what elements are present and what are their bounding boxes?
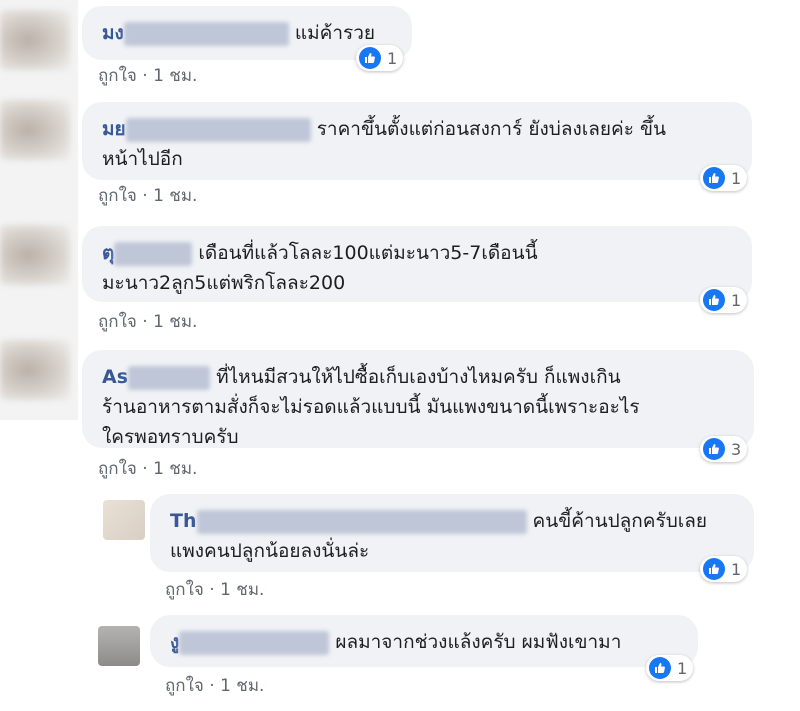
reaction-count[interactable]: 1: [700, 165, 748, 191]
comment-meta: ถูกใจ · 1 ชม.: [98, 308, 197, 335]
meta-separator: ·: [142, 66, 148, 86]
reaction-number: 3: [731, 439, 742, 459]
reaction-number: 1: [677, 658, 688, 678]
commenter-name[interactable]: มง: [102, 22, 124, 44]
comment-text-line1: ราคาขึ้นตั้งแต่ก่อนสงการ์ ยังบ่ลงเลยค่ะ …: [316, 118, 666, 140]
comment-text-line3: ใครพอทราบครับ: [102, 426, 239, 448]
redacted-name: [123, 21, 289, 46]
comment-meta: ถูกใจ · 1 ชม.: [98, 182, 197, 209]
like-link[interactable]: ถูกใจ: [98, 66, 137, 86]
avatar: [0, 340, 70, 400]
redacted-name: [125, 117, 311, 142]
comment-time[interactable]: 1 ชม.: [220, 580, 264, 600]
reaction-number: 1: [731, 290, 742, 310]
meta-separator: ·: [209, 580, 215, 600]
reaction-count[interactable]: 1: [356, 45, 404, 71]
reply-meta: ถูกใจ · 1 ชม.: [165, 672, 264, 699]
reply-text-line1: ผลมาจากช่วงแล้งครับ ผมฟังเขามา: [335, 631, 622, 653]
like-link[interactable]: ถูกใจ: [165, 580, 204, 600]
avatar: [0, 225, 70, 285]
comment-text: แม่ค้ารวย: [294, 22, 376, 44]
reply-bubble: งู ผลมาจากช่วงแล้งครับ ผมฟังเขามา: [150, 615, 698, 667]
avatar: [0, 100, 70, 160]
commenter-name[interactable]: งู: [170, 631, 179, 653]
like-link[interactable]: ถูกใจ: [98, 459, 137, 479]
redacted-name: [114, 241, 193, 266]
commenter-name[interactable]: ตุ: [102, 242, 114, 264]
redacted-name: [128, 365, 211, 390]
like-link[interactable]: ถูกใจ: [98, 186, 137, 206]
comment-time[interactable]: 1 ชม.: [153, 186, 197, 206]
comment-bubble: มย ราคาขึ้นตั้งแต่ก่อนสงการ์ ยังบ่ลงเลยค…: [82, 102, 752, 180]
redacted-name: [196, 509, 527, 534]
left-avatar-column: [0, 0, 78, 420]
reaction-count[interactable]: 1: [700, 556, 748, 582]
meta-separator: ·: [142, 186, 148, 206]
meta-separator: ·: [142, 312, 148, 332]
avatar[interactable]: [98, 626, 140, 666]
reply-text-line2: แพงคนปลูกน้อยลงนั่นล่ะ: [170, 540, 370, 562]
comment-time[interactable]: 1 ชม.: [153, 66, 197, 86]
avatar[interactable]: [103, 500, 145, 540]
avatar: [0, 10, 70, 70]
reaction-count[interactable]: 1: [646, 655, 694, 681]
like-link[interactable]: ถูกใจ: [98, 312, 137, 332]
comment-text-line1: ที่ไหนมีสวนให้ไปซื้อเก็บเองบ้างไหมครับ ก…: [216, 366, 621, 388]
comment-time[interactable]: 1 ชม.: [220, 676, 264, 696]
thumbs-up-icon: [703, 438, 725, 460]
comment-text-line2: หน้าไปอีก: [102, 148, 183, 170]
reaction-number: 1: [731, 168, 742, 188]
meta-separator: ·: [142, 459, 148, 479]
comment-bubble: As ที่ไหนมีสวนให้ไปซื้อเก็บเองบ้างไหมครั…: [82, 350, 754, 448]
commenter-name[interactable]: As: [102, 366, 128, 388]
comment-meta: ถูกใจ · 1 ชม.: [98, 455, 197, 482]
reply-text-line1: คนขี้ค้านปลูกครับเลย: [532, 510, 708, 532]
comment-text-line1: เดือนที่แล้วโลละ100แต่มะนาว5-7เดือนนี้: [198, 242, 538, 264]
thumbs-up-icon: [649, 657, 671, 679]
reaction-number: 1: [387, 48, 398, 68]
redacted-name: [179, 630, 330, 655]
comment-time[interactable]: 1 ชม.: [153, 459, 197, 479]
comment-text-line2: ร้านอาหารตามสั่งก็จะไม่รอดแล้วแบบนี้ มัน…: [102, 396, 640, 418]
commenter-name[interactable]: มย: [102, 118, 126, 140]
reaction-count[interactable]: 3: [700, 436, 748, 462]
comment-bubble: ตุ เดือนที่แล้วโลละ100แต่มะนาว5-7เดือนนี…: [82, 226, 752, 302]
thumbs-up-icon: [703, 289, 725, 311]
reply-bubble: Th คนขี้ค้านปลูกครับเลย แพงคนปลูกน้อยลงน…: [150, 494, 754, 572]
reaction-count[interactable]: 1: [700, 287, 748, 313]
commenter-name[interactable]: Th: [170, 510, 197, 532]
reply-meta: ถูกใจ · 1 ชม.: [165, 576, 264, 603]
comment-text-line2: มะนาว2ลูก5แต่พริกโลละ200: [102, 272, 346, 294]
comment-meta: ถูกใจ · 1 ชม.: [98, 62, 197, 89]
reaction-number: 1: [731, 559, 742, 579]
meta-separator: ·: [209, 676, 215, 696]
comment-time[interactable]: 1 ชม.: [153, 312, 197, 332]
thumbs-up-icon: [703, 558, 725, 580]
thumbs-up-icon: [703, 167, 725, 189]
thumbs-up-icon: [359, 47, 381, 69]
like-link[interactable]: ถูกใจ: [165, 676, 204, 696]
